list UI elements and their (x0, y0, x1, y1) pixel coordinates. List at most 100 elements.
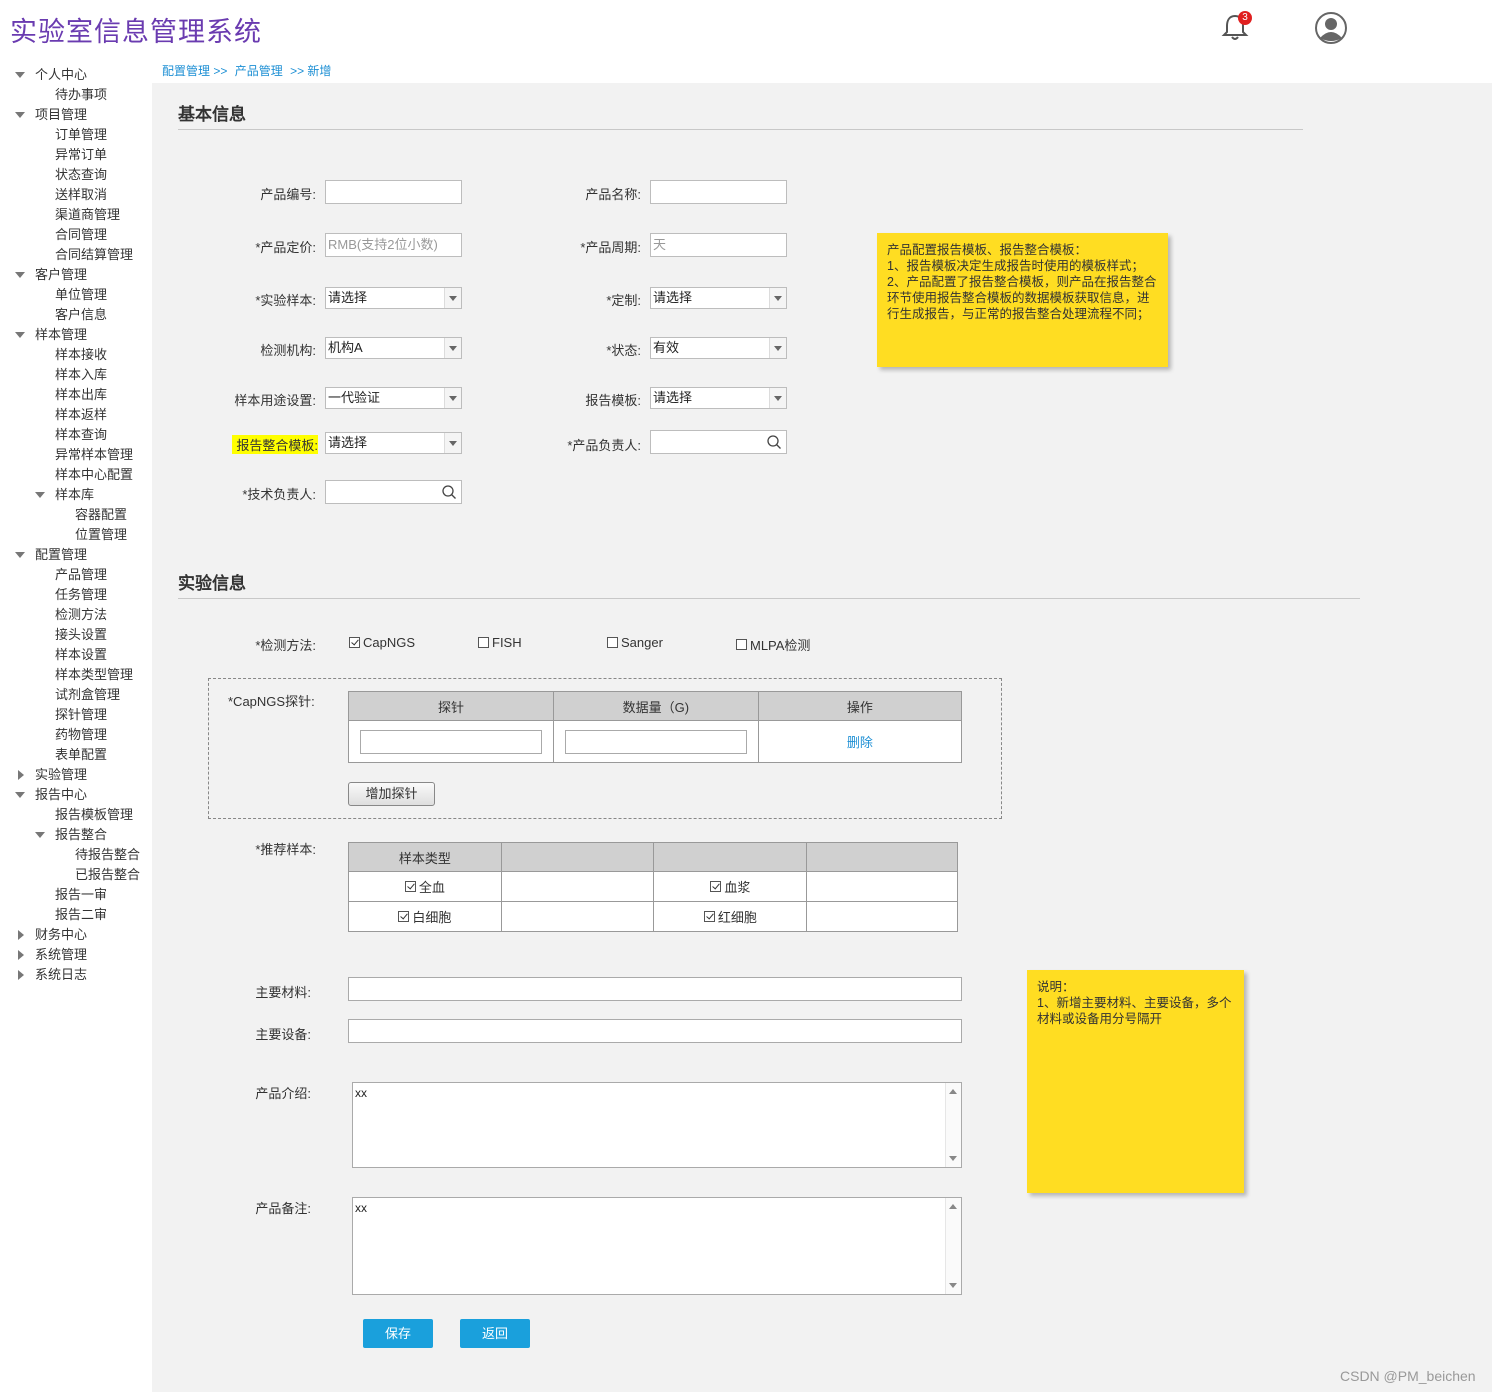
status-select[interactable]: 有效 (650, 337, 787, 359)
sidebar-item[interactable]: 待办事项 (55, 85, 107, 105)
sidebar-item[interactable]: 报告中心 (35, 785, 87, 805)
method-checkbox[interactable]: FISH (478, 635, 522, 650)
sample-checkbox[interactable]: 全血 (404, 877, 445, 896)
sidebar-item[interactable]: 样本管理 (35, 325, 87, 345)
sidebar-item[interactable]: 报告一审 (55, 885, 107, 905)
breadcrumb-config[interactable]: 配置管理 >> (162, 64, 227, 78)
sidebar-item[interactable]: 个人中心 (35, 65, 87, 85)
checkbox-icon[interactable] (478, 637, 489, 648)
product-code-input[interactable] (325, 180, 462, 204)
sample-checkbox[interactable]: 血浆 (710, 877, 750, 896)
tech-owner-input[interactable] (325, 480, 462, 504)
sidebar-item[interactable]: 合同结算管理 (55, 245, 133, 265)
sidebar-item[interactable]: 异常订单 (55, 145, 107, 165)
expand-down-icon[interactable] (15, 332, 25, 338)
checkbox-checked-icon[interactable] (703, 911, 715, 922)
expand-down-icon[interactable] (35, 492, 45, 498)
product-name-input[interactable] (650, 180, 787, 204)
scroll-down-icon[interactable] (949, 1283, 957, 1288)
data-amount-input[interactable] (564, 729, 747, 754)
sidebar-item[interactable]: 样本类型管理 (55, 665, 133, 685)
sidebar-item[interactable]: 客户信息 (55, 305, 107, 325)
sidebar-item[interactable]: 报告二审 (55, 905, 107, 925)
sidebar-item[interactable]: 报告模板管理 (55, 805, 133, 825)
sidebar-item[interactable]: 单位管理 (55, 285, 107, 305)
sidebar-item[interactable]: 任务管理 (55, 585, 107, 605)
custom-select[interactable]: 请选择 (650, 287, 787, 309)
sidebar-item[interactable]: 系统日志 (35, 965, 87, 985)
usage-select[interactable]: 一代验证 (325, 387, 462, 409)
add-probe-button[interactable]: 增加探针 (348, 782, 435, 806)
chevron-down-icon[interactable] (769, 338, 786, 358)
chevron-down-icon[interactable] (444, 338, 461, 358)
intro-textarea[interactable]: xx (352, 1082, 962, 1168)
sidebar-item[interactable]: 样本出库 (55, 385, 107, 405)
org-select[interactable]: 机构A (325, 337, 462, 359)
sidebar-item[interactable]: 药物管理 (55, 725, 107, 745)
sidebar-item[interactable]: 表单配置 (55, 745, 107, 765)
sidebar-item[interactable]: 位置管理 (75, 525, 127, 545)
checkbox-checked-icon[interactable] (404, 881, 416, 892)
method-checkbox[interactable]: CapNGS (349, 635, 415, 650)
sample-checkbox[interactable]: 红细胞 (703, 907, 757, 926)
sidebar-item[interactable]: 配置管理 (35, 545, 87, 565)
scroll-up-icon[interactable] (949, 1089, 957, 1094)
product-owner-input[interactable] (650, 430, 787, 454)
sidebar-item[interactable]: 容器配置 (75, 505, 127, 525)
search-icon[interactable] (441, 484, 457, 500)
sidebar-item[interactable]: 样本接收 (55, 345, 107, 365)
probe-input[interactable] (359, 729, 542, 754)
sidebar-item[interactable]: 客户管理 (35, 265, 87, 285)
expand-right-icon[interactable] (18, 970, 24, 980)
report-template-select[interactable]: 请选择 (650, 387, 787, 409)
breadcrumb-product[interactable]: 产品管理 (235, 64, 283, 78)
expand-down-icon[interactable] (15, 552, 25, 558)
sidebar-item[interactable]: 样本设置 (55, 645, 107, 665)
sample-checkbox[interactable]: 白细胞 (398, 907, 451, 926)
expand-down-icon[interactable] (35, 832, 45, 838)
sidebar-item[interactable]: 异常样本管理 (55, 445, 133, 465)
chevron-down-icon[interactable] (769, 288, 786, 308)
sidebar-item[interactable]: 已报告整合 (75, 865, 140, 885)
method-checkbox[interactable]: Sanger (607, 635, 663, 650)
sidebar-item[interactable]: 检测方法 (55, 605, 107, 625)
sidebar-item[interactable]: 项目管理 (35, 105, 87, 125)
sidebar-item[interactable]: 试剂盒管理 (55, 685, 120, 705)
sidebar-item[interactable]: 报告整合 (55, 825, 107, 845)
scrollbar[interactable] (945, 1083, 961, 1167)
sidebar-item[interactable]: 状态查询 (55, 165, 107, 185)
sidebar-item[interactable]: 送样取消 (55, 185, 107, 205)
sample-select[interactable]: 请选择 (325, 287, 462, 309)
sidebar-item[interactable]: 待报告整合 (75, 845, 140, 865)
material-input[interactable] (348, 977, 962, 1001)
expand-down-icon[interactable] (15, 72, 25, 78)
sidebar-item[interactable]: 渠道商管理 (55, 205, 120, 225)
sidebar-item[interactable]: 订单管理 (55, 125, 107, 145)
sidebar-item[interactable]: 样本库 (55, 485, 94, 505)
scrollbar[interactable] (945, 1198, 961, 1294)
sidebar-item[interactable]: 合同管理 (55, 225, 107, 245)
sidebar-item[interactable]: 财务中心 (35, 925, 87, 945)
checkbox-checked-icon[interactable] (398, 911, 410, 922)
equipment-input[interactable] (348, 1019, 962, 1043)
checkbox-checked-icon[interactable] (349, 637, 360, 648)
sidebar-item[interactable]: 实验管理 (35, 765, 87, 785)
back-button[interactable]: 返回 (460, 1319, 530, 1348)
chevron-down-icon[interactable] (769, 388, 786, 408)
delete-link[interactable]: 删除 (847, 735, 873, 750)
expand-right-icon[interactable] (18, 950, 24, 960)
remark-textarea[interactable]: xx (352, 1197, 962, 1295)
sidebar-item[interactable]: 样本返样 (55, 405, 107, 425)
chevron-down-icon[interactable] (444, 288, 461, 308)
merge-template-select[interactable]: 请选择 (325, 432, 462, 454)
scroll-up-icon[interactable] (949, 1204, 957, 1209)
sidebar-item[interactable]: 样本中心配置 (55, 465, 133, 485)
expand-down-icon[interactable] (15, 792, 25, 798)
save-button[interactable]: 保存 (363, 1319, 433, 1348)
checkbox-checked-icon[interactable] (710, 881, 722, 892)
sidebar-item[interactable]: 系统管理 (35, 945, 87, 965)
scroll-down-icon[interactable] (949, 1156, 957, 1161)
search-icon[interactable] (766, 434, 782, 450)
chevron-down-icon[interactable] (444, 433, 461, 453)
method-checkbox[interactable]: MLPA检测 (736, 635, 810, 654)
